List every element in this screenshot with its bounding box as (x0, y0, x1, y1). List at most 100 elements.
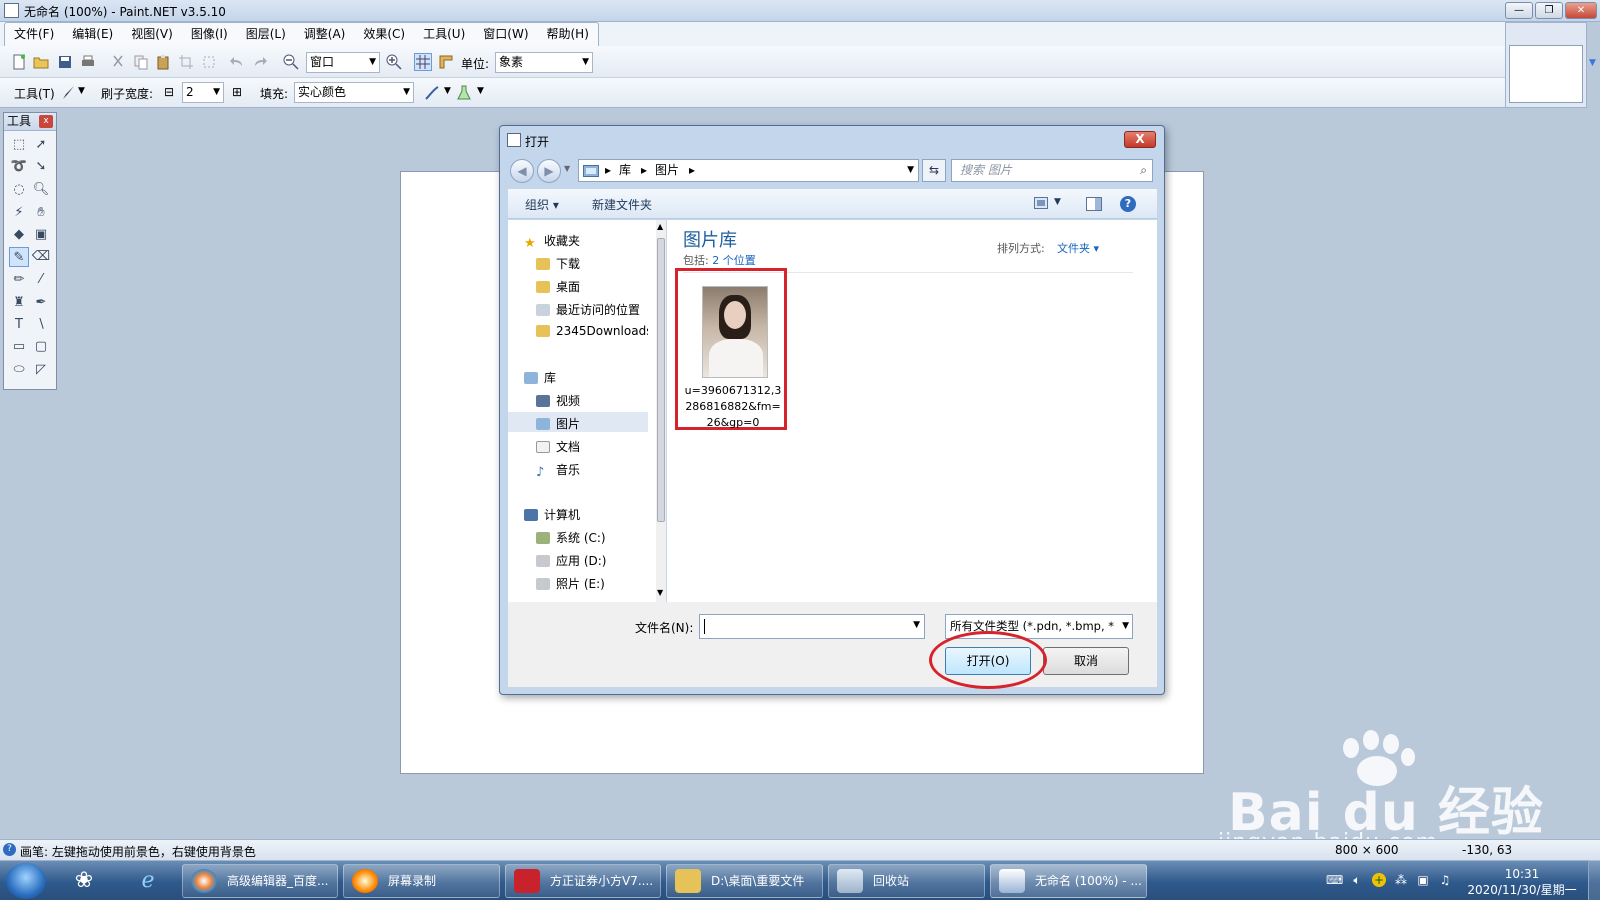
zoom-icon[interactable]: 🔍︎ (31, 180, 51, 200)
nav-item-videos[interactable]: 视频 (536, 392, 580, 409)
text-icon[interactable]: T (9, 315, 29, 335)
pinned-app-icon[interactable]: ❀ (62, 865, 106, 897)
breadcrumb-libraries[interactable]: 库 (619, 160, 631, 181)
gradient-icon[interactable]: ▣ (31, 225, 51, 245)
menu-effects[interactable]: 效果(C) (354, 23, 414, 46)
chevron-down-icon[interactable]: ▼ (907, 160, 914, 181)
menu-layers[interactable]: 图层(L) (237, 23, 295, 46)
taskbar-item-editor[interactable]: 高级编辑器_百度... (182, 864, 338, 898)
rulers-icon[interactable] (438, 54, 454, 70)
display-icon[interactable]: ▣ (1416, 873, 1430, 887)
antialias-icon[interactable] (424, 85, 440, 101)
nav-item-pictures[interactable]: 图片 (536, 415, 580, 432)
paste-icon[interactable] (155, 54, 171, 70)
cut-icon[interactable] (110, 54, 126, 70)
nav-item-drive-c[interactable]: 系统 (C:) (536, 529, 606, 546)
taskbar-item-recorder[interactable]: 屏幕录制 (343, 864, 500, 898)
print-icon[interactable] (80, 54, 96, 70)
file-item-highlighted[interactable]: u=3960671312,3286816882&fm=26&gp=0 (675, 268, 787, 430)
lasso-select-icon[interactable]: ➰ (9, 157, 29, 177)
nav-scrollbar-thumb[interactable] (657, 238, 665, 522)
rounded-rectangle-icon[interactable]: ▢ (31, 337, 51, 357)
internet-explorer-icon[interactable]: ℯ (126, 865, 170, 897)
color-picker-icon[interactable]: ⁄ (31, 270, 51, 290)
help-icon[interactable]: ? (1120, 196, 1136, 212)
copy-icon[interactable] (133, 54, 149, 70)
nav-item-2345downloads[interactable]: 2345Downloads (536, 324, 648, 338)
menu-window[interactable]: 窗口(W) (474, 23, 537, 46)
back-icon[interactable]: ◀ (510, 159, 534, 183)
new-folder-button[interactable]: 新建文件夹 (592, 196, 652, 213)
menu-help[interactable]: 帮助(H) (538, 23, 598, 46)
brush-width-combo[interactable]: 2 ▼ (182, 82, 224, 103)
increase-icon[interactable]: ⊞ (232, 85, 242, 99)
sort-dropdown[interactable]: 文件夹 ▾ (1057, 240, 1099, 256)
chevron-down-icon[interactable]: ▼ (477, 86, 484, 96)
paintbrush-tool-icon[interactable]: ✎ (9, 247, 29, 267)
taskbar-item-folder[interactable]: D:\桌面\重要文件 (666, 864, 823, 898)
cancel-button[interactable]: 取消 (1043, 647, 1129, 675)
breadcrumb-pictures[interactable]: 图片 (655, 160, 679, 181)
blend-mode-icon[interactable] (456, 85, 472, 101)
nav-item-drive-d[interactable]: 应用 (D:) (536, 552, 606, 569)
decrease-icon[interactable]: ⊟ (164, 85, 174, 99)
paintbrush-icon[interactable] (60, 85, 76, 101)
chevron-down-icon[interactable]: ▼ (564, 164, 570, 173)
magic-wand-icon[interactable]: ⚡︎ (9, 203, 29, 223)
minimize-button[interactable]: — (1505, 2, 1533, 19)
scroll-up-icon[interactable]: ▲ (657, 222, 663, 231)
ellipse-select-icon[interactable]: ◌ (9, 180, 29, 200)
rectangle-icon[interactable]: ▭ (9, 337, 29, 357)
nav-favorites[interactable]: ★ 收藏夹 (524, 232, 580, 251)
chevron-down-icon[interactable]: ▼ (444, 86, 451, 96)
move-pixels-icon[interactable]: ➘ (31, 157, 51, 177)
nav-scrollbar[interactable]: ▲ ▼ (656, 220, 666, 602)
save-icon[interactable] (57, 54, 73, 70)
security-shield-icon[interactable]: + (1372, 873, 1386, 887)
start-button[interactable] (6, 863, 46, 899)
chevron-down-icon[interactable]: ▼ (913, 620, 920, 630)
menu-tools[interactable]: 工具(U) (414, 23, 474, 46)
chevron-down-icon[interactable]: ▼ (1054, 197, 1061, 207)
ellipse-icon[interactable]: ⬭ (9, 360, 29, 380)
eraser-icon[interactable]: ⌫ (31, 247, 51, 267)
address-bar[interactable]: ▸ 库 ▸ 图片 ▸ ▼ (578, 159, 919, 182)
organize-button[interactable]: 组织 ▾ (525, 196, 559, 213)
includes-locations-link[interactable]: 2 个位置 (712, 254, 756, 267)
menu-image[interactable]: 图像(I) (182, 23, 237, 46)
nav-computer[interactable]: 计算机 (524, 506, 580, 523)
clock[interactable]: 10:31 2020/11/30/星期一 (1467, 866, 1577, 898)
keyboard-icon[interactable]: ⌨ (1326, 873, 1343, 887)
close-icon[interactable]: x (39, 115, 53, 128)
nav-item-music[interactable]: ♪ 音乐 (536, 461, 580, 480)
pan-icon[interactable]: ✋︎ (31, 203, 51, 223)
freeform-shape-icon[interactable]: ◸ (31, 360, 51, 380)
move-selection-icon[interactable]: ➚ (31, 135, 51, 155)
nav-libraries[interactable]: 库 (524, 369, 556, 386)
volume-icon[interactable]: 🔈︎ (1350, 873, 1364, 887)
pencil-icon[interactable]: ✏︎ (9, 270, 29, 290)
recolor-icon[interactable]: ✒︎ (31, 293, 51, 313)
show-desktop-button[interactable] (1588, 860, 1600, 900)
nav-item-recent[interactable]: 最近访问的位置 (536, 301, 640, 318)
close-window-button[interactable]: ✕ (1565, 2, 1597, 19)
menu-view[interactable]: 视图(V) (122, 23, 182, 46)
restore-button[interactable]: ❐ (1535, 2, 1563, 19)
preview-pane-icon[interactable] (1086, 197, 1102, 211)
forward-icon[interactable]: ▶ (537, 159, 561, 183)
clone-stamp-icon[interactable]: ♜ (9, 293, 29, 313)
rectangle-select-icon[interactable]: ⬚ (9, 135, 29, 155)
crop-icon[interactable] (178, 54, 194, 70)
menu-file[interactable]: 文件(F) (5, 23, 63, 46)
nav-item-desktop[interactable]: 桌面 (536, 278, 580, 295)
refresh-icon[interactable]: ⇆ (922, 159, 946, 182)
view-options-icon[interactable] (1034, 197, 1048, 209)
filename-input[interactable]: ▼ (699, 614, 925, 639)
paint-bucket-icon[interactable]: ◆ (9, 225, 29, 245)
tool-label[interactable]: 工具(T) (14, 85, 55, 102)
line-curve-icon[interactable]: ∖ (31, 315, 51, 335)
undo-icon[interactable] (229, 54, 245, 70)
search-input[interactable]: 搜索 图片 ⌕ (951, 159, 1153, 182)
menu-edit[interactable]: 编辑(E) (63, 23, 122, 46)
grid-icon[interactable] (414, 53, 432, 71)
